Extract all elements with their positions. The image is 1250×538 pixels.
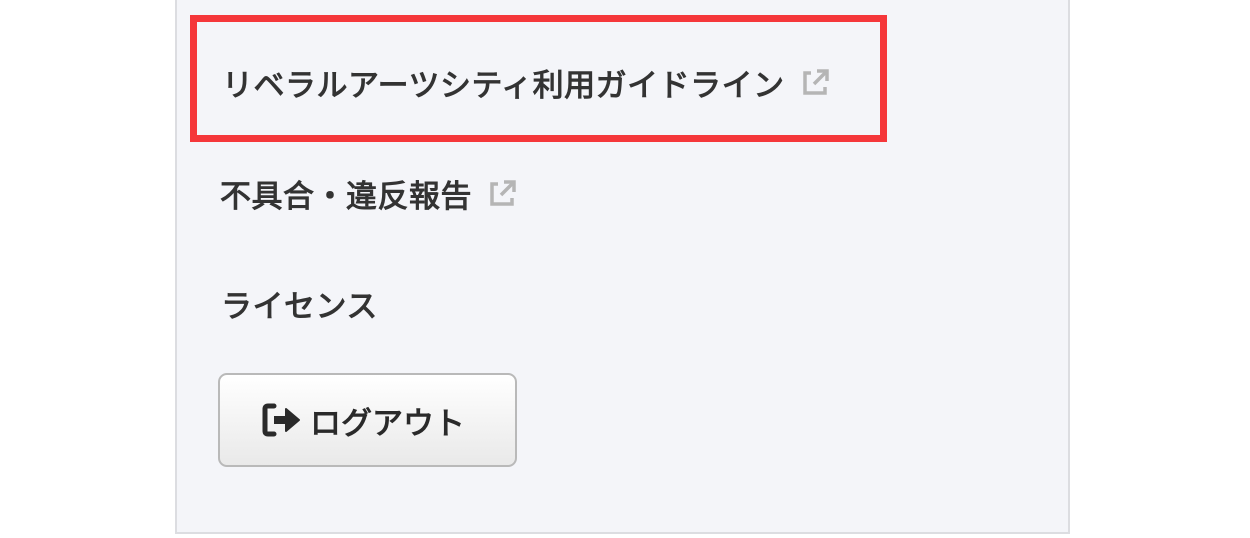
license-link[interactable]: ライセンス	[221, 281, 378, 326]
external-link-icon	[802, 68, 829, 95]
bug-report-link[interactable]: 不具合・違反報告	[220, 171, 518, 216]
guideline-link-label: リベラルアーツシティ利用ガイドライン	[222, 68, 785, 104]
sign-out-icon	[262, 403, 300, 437]
logout-button[interactable]: ログアウト	[218, 373, 517, 467]
bug-report-link-label: 不具合・違反報告	[220, 179, 472, 215]
license-link-label: ライセンス	[221, 289, 378, 325]
guideline-link[interactable]: リベラルアーツシティ利用ガイドライン	[222, 60, 831, 105]
external-link-icon	[490, 179, 516, 206]
logout-button-label: ログアウト	[310, 405, 465, 442]
